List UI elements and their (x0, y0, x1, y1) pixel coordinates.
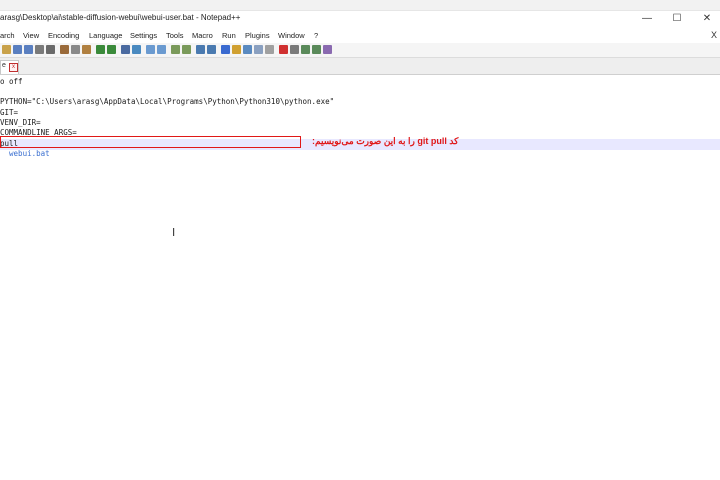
zoom-in-icon[interactable] (146, 45, 155, 54)
menu-language[interactable]: Language (89, 31, 122, 40)
sync-horizontal-icon[interactable] (182, 45, 191, 54)
sync-vertical-icon[interactable] (171, 45, 180, 54)
window-title: arasg\Desktop\ai\stable-diffusion-webui\… (0, 13, 241, 22)
search-icon[interactable] (132, 45, 141, 54)
highlight-box (0, 136, 301, 148)
close-button[interactable]: ✕ (699, 13, 715, 25)
stop-macro-icon[interactable] (290, 45, 299, 54)
record-macro-icon[interactable] (279, 45, 288, 54)
title-bar: arasg\Desktop\ai\stable-diffusion-webui\… (0, 11, 720, 29)
find-replace-icon[interactable] (121, 45, 130, 54)
tab-close-icon[interactable]: x (9, 63, 18, 72)
run-macro-multiple-icon[interactable] (312, 45, 321, 54)
menu-search[interactable]: arch (0, 31, 15, 40)
code-line-5: VENV_DIR= (0, 118, 41, 127)
function-list-icon[interactable] (243, 45, 252, 54)
undo-icon[interactable] (96, 45, 105, 54)
code-line-4: GIT= (0, 108, 19, 117)
print-icon[interactable] (46, 45, 55, 54)
save-icon[interactable] (13, 45, 22, 54)
tab-webui-user-bat[interactable]: e x (0, 60, 19, 74)
menu-settings[interactable]: Settings (130, 31, 157, 40)
menu-macro[interactable]: Macro (192, 31, 213, 40)
save-all-icon[interactable] (24, 45, 33, 54)
redo-icon[interactable] (107, 45, 116, 54)
close-file-icon[interactable] (35, 45, 44, 54)
zoom-out-icon[interactable] (157, 45, 166, 54)
save-macro-icon[interactable] (323, 45, 332, 54)
menu-bar: arch View Encoding Language Settings Too… (0, 30, 720, 42)
menu-plugins[interactable]: Plugins (245, 31, 270, 40)
text-cursor-icon: I (172, 226, 176, 239)
code-line-1: o off (0, 77, 23, 86)
maximize-button[interactable]: ☐ (669, 13, 685, 25)
menu-view[interactable]: View (23, 31, 39, 40)
copy-icon[interactable] (71, 45, 80, 54)
code-line-3: PYTHON="C:\Users\arasg\AppData\Local\Pro… (0, 97, 335, 106)
word-wrap-icon[interactable] (196, 45, 205, 54)
tab-bar: e x (0, 58, 720, 75)
folder-workspace-icon[interactable] (254, 45, 263, 54)
menu-run[interactable]: Run (222, 31, 236, 40)
indent-guide-icon[interactable] (221, 45, 230, 54)
top-strip (0, 0, 720, 11)
code-line-8: webui.bat (0, 149, 50, 158)
menu-encoding[interactable]: Encoding (48, 31, 79, 40)
menu-window[interactable]: Window (278, 31, 305, 40)
show-symbols-icon[interactable] (207, 45, 216, 54)
find-icon[interactable] (2, 45, 11, 54)
menu-tools[interactable]: Tools (166, 31, 184, 40)
doc-map-icon[interactable] (232, 45, 241, 54)
toolbar (0, 43, 720, 58)
minimize-button[interactable]: — (639, 13, 655, 25)
paste-icon[interactable] (82, 45, 91, 54)
document-close-button[interactable]: X (711, 30, 717, 40)
menu-help[interactable]: ? (314, 31, 318, 40)
tab-label: e (2, 62, 6, 69)
play-macro-icon[interactable] (301, 45, 310, 54)
cut-icon[interactable] (60, 45, 69, 54)
monitor-icon[interactable] (265, 45, 274, 54)
annotation-text: کد git pull را به این صورت می‌نویسیم: (312, 136, 459, 146)
